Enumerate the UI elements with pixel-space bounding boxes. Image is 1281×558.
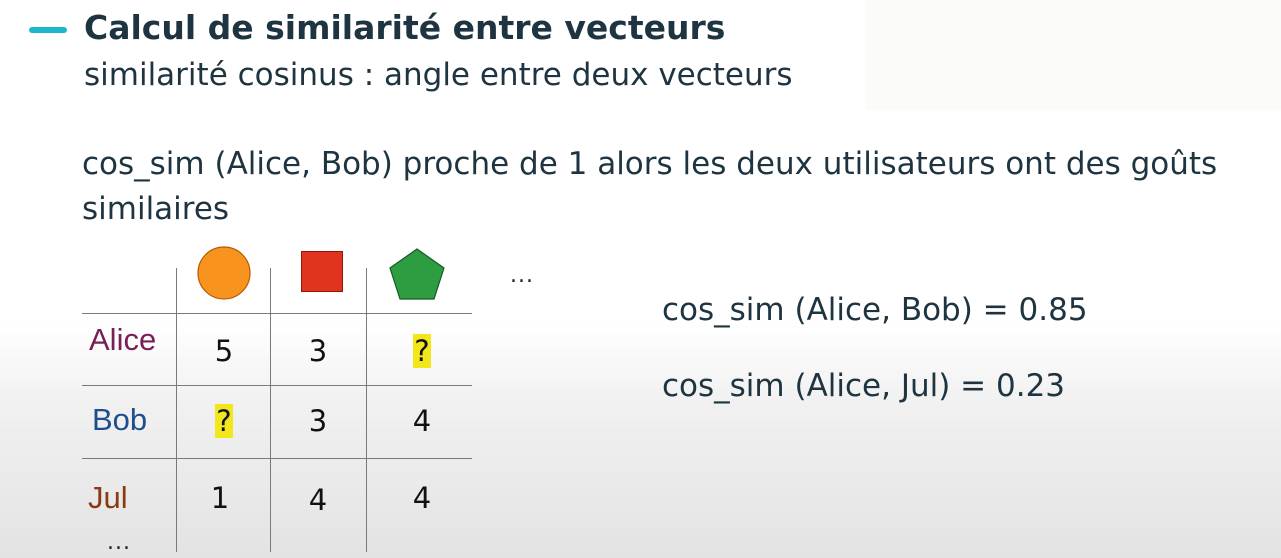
table-hline-3 xyxy=(82,458,472,459)
table-hline-1 xyxy=(82,313,472,314)
cell-jul-circle: 1 xyxy=(210,481,230,515)
unknown-rating-highlight: ? xyxy=(413,334,431,368)
cell-jul-square: 4 xyxy=(308,483,328,517)
overlay-panel xyxy=(866,0,1281,110)
cell-alice-square: 3 xyxy=(308,334,328,368)
cell-bob-circle: ? xyxy=(194,404,254,438)
table-vline-3 xyxy=(366,268,367,552)
row-label-jul: Jul xyxy=(88,480,128,515)
table-hline-2 xyxy=(82,385,472,386)
table-vline-1 xyxy=(176,268,177,552)
pentagon-icon xyxy=(389,248,445,300)
cell-jul-pentagon: 4 xyxy=(412,481,432,515)
table-vline-2 xyxy=(270,268,271,552)
result-alice-jul: cos_sim (Alice, Jul) = 0.23 xyxy=(662,368,1066,404)
title-bullet xyxy=(29,27,67,33)
column-ellipsis: ... xyxy=(510,263,534,288)
row-ellipsis: ... xyxy=(107,530,131,555)
unknown-rating-highlight: ? xyxy=(215,404,233,438)
row-label-alice: Alice xyxy=(89,322,157,357)
result-alice-bob: cos_sim (Alice, Bob) = 0.85 xyxy=(662,292,1088,328)
slide-paragraph: cos_sim (Alice, Bob) proche de 1 alors l… xyxy=(82,146,1218,227)
row-label-bob: Bob xyxy=(92,402,148,437)
slide-title: Calcul de similarité entre vecteurs xyxy=(84,8,726,47)
cell-alice-circle: 5 xyxy=(214,334,234,368)
slide-subtitle: similarité cosinus : angle entre deux ve… xyxy=(84,57,793,93)
cell-alice-pentagon: ? xyxy=(392,334,452,368)
cell-bob-square: 3 xyxy=(308,404,328,438)
circle-icon xyxy=(197,246,251,300)
square-icon xyxy=(301,251,343,292)
subtitle-clip: similarité cosinus : angle entre deux ve… xyxy=(84,52,865,98)
cell-bob-pentagon: 4 xyxy=(412,404,432,438)
